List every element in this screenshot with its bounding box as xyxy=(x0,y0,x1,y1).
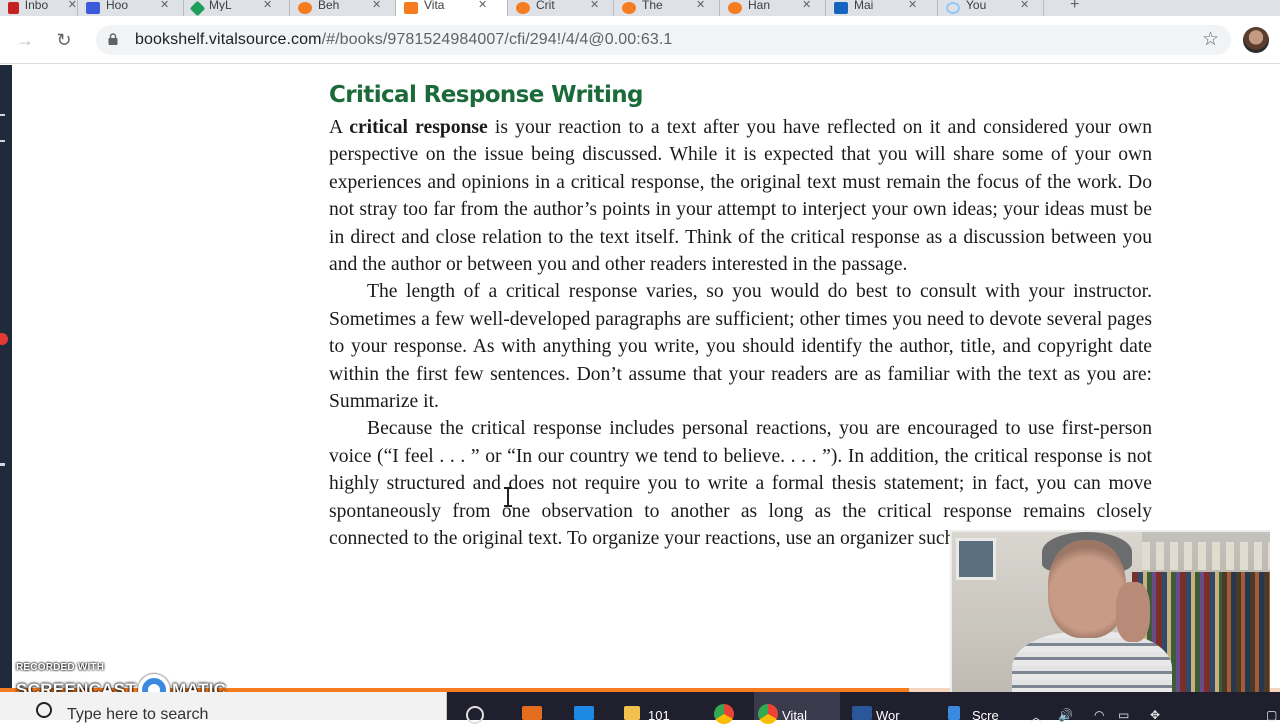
forward-arrow-icon[interactable]: → xyxy=(13,28,37,52)
reload-icon[interactable]: ↻ xyxy=(52,28,76,52)
new-tab-button[interactable]: + xyxy=(1044,0,1104,16)
section-heading: Critical Response Writing xyxy=(329,82,643,108)
tab-close-icon[interactable]: ✕ xyxy=(908,0,917,11)
chrome-icon xyxy=(714,704,734,724)
tab-hoo[interactable]: Hoo ✕ xyxy=(78,0,184,16)
profile-avatar[interactable] xyxy=(1243,27,1269,53)
rail-marker xyxy=(0,140,5,142)
webcam-bookshelf xyxy=(1222,572,1270,710)
tab-han[interactable]: Han ✕ xyxy=(720,0,826,16)
tab-vital-active[interactable]: Vita ✕ xyxy=(396,0,508,16)
vitalsource-icon xyxy=(404,2,418,14)
book-page: Critical Response Writing A critical res… xyxy=(329,76,1152,553)
windows-taskbar: Type here to search 101 Vital Wor Scre ︿… xyxy=(0,692,1280,724)
tab-inbox[interactable]: Inbo ✕ xyxy=(0,0,78,16)
bookmark-star-icon[interactable]: ☆ xyxy=(1202,28,1219,51)
taskbar-app-chrome[interactable] xyxy=(710,692,746,724)
tab-beh[interactable]: Beh ✕ xyxy=(290,0,396,16)
reader-side-rail xyxy=(0,65,12,690)
tab-close-icon[interactable]: ✕ xyxy=(478,0,487,11)
vitalsource-icon xyxy=(622,2,636,14)
taskbar-app-screencast[interactable]: Scre xyxy=(944,692,1004,723)
tab-crit[interactable]: Crit ✕ xyxy=(508,0,614,16)
presenter-hand xyxy=(1116,582,1150,642)
taskbar-app-word[interactable]: Wor xyxy=(848,692,934,723)
url-text: bookshelf.vitalsource.com/#/books/978152… xyxy=(135,31,673,48)
search-icon xyxy=(36,702,52,718)
vitalsource-icon xyxy=(516,2,530,14)
tab-strip: Inbo ✕ Hoo ✕ MyL ✕ Beh ✕ Vita ✕ Crit ✕ T… xyxy=(0,0,1280,16)
taskbar-app-folder[interactable]: 101 xyxy=(620,692,700,723)
address-bar: → ↻ bookshelf.vitalsource.com/#/books/97… xyxy=(0,16,1280,64)
tab-close-icon[interactable]: ✕ xyxy=(696,0,705,11)
chrome-icon xyxy=(758,704,778,724)
tab-close-icon[interactable]: ✕ xyxy=(372,0,381,11)
diamond-icon xyxy=(189,0,206,16)
rail-marker xyxy=(0,114,5,116)
taskbar-app-media[interactable] xyxy=(518,692,550,720)
defined-term: critical response xyxy=(349,117,488,138)
tab-close-icon[interactable]: ✕ xyxy=(68,0,77,11)
outlook-icon xyxy=(834,2,848,14)
webcam-picture-frame xyxy=(956,538,996,580)
word-icon xyxy=(852,706,872,720)
taskbar-search-box[interactable]: Type here to search xyxy=(0,692,447,723)
plus-icon: + xyxy=(1070,0,1080,13)
webcam-presenter xyxy=(1012,532,1172,710)
taskbar-app-mail[interactable] xyxy=(570,692,606,720)
tab-myl[interactable]: MyL ✕ xyxy=(184,0,290,16)
webcam-overlay xyxy=(950,530,1270,710)
cortana-icon[interactable] xyxy=(466,706,484,724)
tab-close-icon[interactable]: ✕ xyxy=(590,0,599,11)
tab-close-icon[interactable]: ✕ xyxy=(802,0,811,11)
tray-chevron-up-icon[interactable]: ︿ xyxy=(1030,708,1042,725)
rail-marker xyxy=(0,463,5,466)
globe-icon xyxy=(946,2,960,14)
taskbar-app-vital[interactable]: Vital xyxy=(754,692,840,724)
tab-mai[interactable]: Mai ✕ xyxy=(826,0,938,16)
gmail-icon xyxy=(8,2,19,14)
vitalsource-icon xyxy=(298,2,312,14)
lock-icon xyxy=(108,33,118,45)
screencast-icon xyxy=(948,706,960,720)
mail-icon xyxy=(574,706,594,720)
paragraph-2: The length of a critical response varies… xyxy=(329,281,1152,413)
url-field[interactable]: bookshelf.vitalsource.com/#/books/978152… xyxy=(96,25,1231,55)
tab-the[interactable]: The ✕ xyxy=(614,0,720,16)
tab-close-icon[interactable]: ✕ xyxy=(263,0,272,11)
tab-you[interactable]: You ✕ xyxy=(938,0,1044,16)
doc-icon xyxy=(86,2,100,14)
folder-icon xyxy=(624,706,640,720)
media-player-icon xyxy=(522,706,542,720)
tab-close-icon[interactable]: ✕ xyxy=(1020,0,1029,11)
tab-close-icon[interactable]: ✕ xyxy=(160,0,169,11)
paragraph-1: A critical response is your reaction to … xyxy=(329,117,1152,276)
text-cursor-icon xyxy=(504,487,512,507)
presenter-face xyxy=(1048,540,1126,638)
vitalsource-icon xyxy=(728,2,742,14)
